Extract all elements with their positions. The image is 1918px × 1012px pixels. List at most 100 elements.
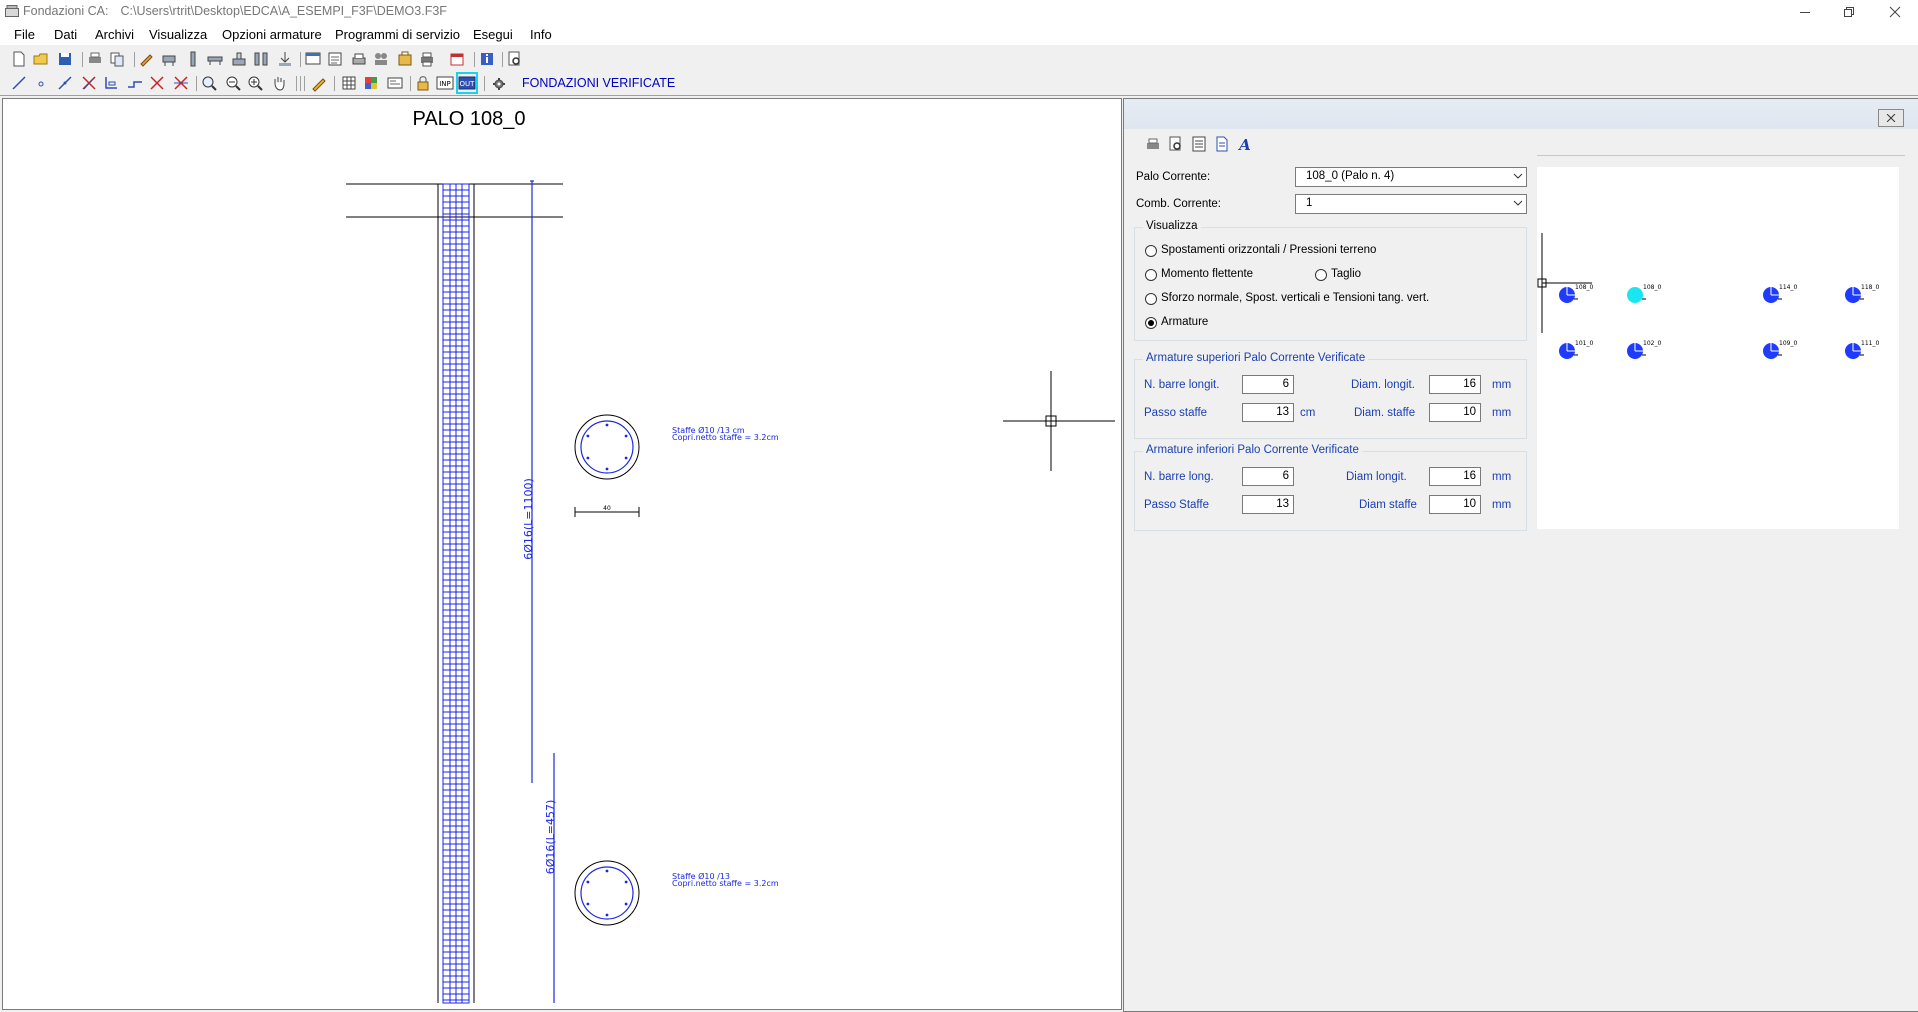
document-icon	[1216, 136, 1228, 152]
menu-esegui[interactable]: Esegui	[473, 27, 513, 42]
save-icon	[59, 53, 71, 65]
tool-plinth-button[interactable]	[230, 50, 248, 68]
pencil-button[interactable]	[310, 74, 328, 92]
panel-divider	[1537, 155, 1905, 156]
draw-beam-button[interactable]	[102, 74, 120, 92]
panel-print-button[interactable]	[1144, 135, 1162, 153]
zoom-in-button[interactable]	[246, 74, 264, 92]
list-icon	[328, 52, 342, 66]
menu-bar: File Dati Archivi Visualizza Opzioni arm…	[0, 24, 1918, 45]
menu-file[interactable]: File	[14, 27, 35, 42]
tool-foundation-button[interactable]	[160, 50, 178, 68]
sup-passo-staffe-input[interactable]: 13	[1242, 403, 1294, 422]
printer-icon	[89, 52, 101, 63]
separator	[300, 52, 301, 67]
color-grid-button[interactable]	[362, 74, 380, 92]
panel-font-button[interactable]: A	[1236, 135, 1254, 154]
sup-diam-longit-input[interactable]: 16	[1429, 375, 1481, 394]
results-panel: A Palo Corrente: 108_0 (Palo n. 4) Comb.…	[1123, 98, 1918, 1012]
copy-button[interactable]	[108, 50, 126, 68]
sup-diam-staffe-unit: mm	[1492, 407, 1512, 419]
palo-corrente-select[interactable]: 108_0 (Palo n. 4)	[1295, 167, 1527, 187]
radio-spostamenti[interactable]	[1145, 245, 1157, 257]
tool-window-button[interactable]	[304, 50, 322, 68]
radio-sforzo[interactable]	[1145, 293, 1157, 305]
tool-columns-button[interactable]	[252, 50, 270, 68]
minimize-button[interactable]	[1782, 0, 1828, 24]
tool-archive-button[interactable]	[396, 50, 414, 68]
menu-info[interactable]: Info	[530, 27, 552, 42]
tool-pile-button[interactable]	[184, 50, 202, 68]
pile-marker[interactable]	[1627, 287, 1643, 303]
table-button[interactable]	[340, 74, 358, 92]
inf-diam-staffe-label: Diam staffe	[1359, 499, 1417, 511]
panel-document-button[interactable]	[1213, 135, 1231, 153]
inp-label: INP	[439, 80, 451, 88]
form-button[interactable]	[386, 74, 404, 92]
inf-passo-staffe-input[interactable]: 13	[1242, 495, 1294, 514]
separator	[502, 52, 503, 67]
panel-preview-button[interactable]	[1167, 135, 1185, 153]
radio-armature[interactable]	[1145, 317, 1157, 329]
tool-preview-button[interactable]	[506, 50, 524, 68]
inf-diam-longit-input[interactable]: 16	[1429, 467, 1481, 486]
save-button[interactable]	[56, 50, 74, 68]
longitudinal-bars	[530, 180, 555, 1003]
delete-element-button[interactable]	[148, 74, 166, 92]
tool-beam-button[interactable]	[206, 50, 224, 68]
drawing-title: PALO 108_0	[412, 108, 525, 130]
panel-close-button[interactable]	[1878, 109, 1904, 127]
tool-list-button[interactable]	[326, 50, 344, 68]
comb-corrente-select[interactable]: 1	[1295, 194, 1527, 214]
drawing-canvas[interactable]: PALO 108_0 6Ø16(L=1100) 6Ø16(L=457) Staf…	[2, 98, 1122, 1010]
polyline-icon	[58, 76, 72, 90]
panel-export-button[interactable]	[1190, 135, 1208, 153]
inf-diam-staffe-input[interactable]: 10	[1429, 495, 1481, 514]
sup-diam-staffe-input[interactable]: 10	[1429, 403, 1481, 422]
tool-load-button[interactable]	[276, 50, 294, 68]
tool-calendar-button[interactable]	[448, 50, 466, 68]
crosshair-cursor	[1003, 371, 1115, 471]
inf-n-barre-input[interactable]: 6	[1242, 467, 1294, 486]
chevron-down-icon	[1513, 200, 1523, 206]
radio-taglio[interactable]	[1315, 269, 1327, 281]
tool-info-button[interactable]	[478, 50, 496, 68]
draw-line-button[interactable]	[10, 74, 28, 92]
delete-all-button[interactable]	[172, 74, 190, 92]
open-file-button[interactable]	[32, 50, 50, 68]
lock-button[interactable]	[414, 74, 432, 92]
print-button[interactable]	[86, 50, 104, 68]
calendar-icon	[450, 53, 464, 66]
tool-people-button[interactable]	[372, 50, 390, 68]
pile-map-view[interactable]: 108_0 108_0 114_0 118_0 101_0 102_0 109_0 111_0	[1537, 167, 1899, 529]
svg-text:A: A	[1237, 136, 1251, 153]
menu-dati[interactable]: Dati	[54, 27, 77, 42]
tool-edit-button[interactable]	[138, 50, 156, 68]
zoom-window-button[interactable]	[200, 74, 218, 92]
draw-step-button[interactable]	[126, 74, 144, 92]
sup-n-barre-input[interactable]: 6	[1242, 375, 1294, 394]
menu-visualizza[interactable]: Visualizza	[149, 27, 207, 42]
zoom-out-button[interactable]	[224, 74, 242, 92]
menu-programmi-di-servizio[interactable]: Programmi di servizio	[335, 27, 460, 42]
out-button[interactable]: OUT	[456, 72, 478, 94]
sup-diam-longit-label: Diam. longit.	[1351, 379, 1415, 391]
tool-printer2-button[interactable]	[418, 50, 436, 68]
draw-polyline-button[interactable]	[56, 74, 74, 92]
section-bar	[586, 902, 590, 906]
close-window-button[interactable]	[1872, 0, 1918, 24]
pan-button[interactable]	[270, 74, 288, 92]
draw-point-button[interactable]	[32, 74, 50, 92]
menu-opzioni-armature[interactable]: Opzioni armature	[222, 27, 322, 42]
close-icon	[1889, 6, 1901, 18]
radio-momento[interactable]	[1145, 269, 1157, 281]
delete-node-button[interactable]	[80, 74, 98, 92]
tool-printpreview-button[interactable]	[350, 50, 368, 68]
restore-button[interactable]	[1826, 0, 1872, 24]
new-file-button[interactable]	[10, 50, 28, 68]
settings-button[interactable]	[490, 74, 508, 92]
inp-button[interactable]: INP	[436, 74, 454, 92]
separator	[304, 76, 305, 91]
minimize-icon	[1800, 12, 1810, 13]
menu-archivi[interactable]: Archivi	[95, 27, 134, 42]
